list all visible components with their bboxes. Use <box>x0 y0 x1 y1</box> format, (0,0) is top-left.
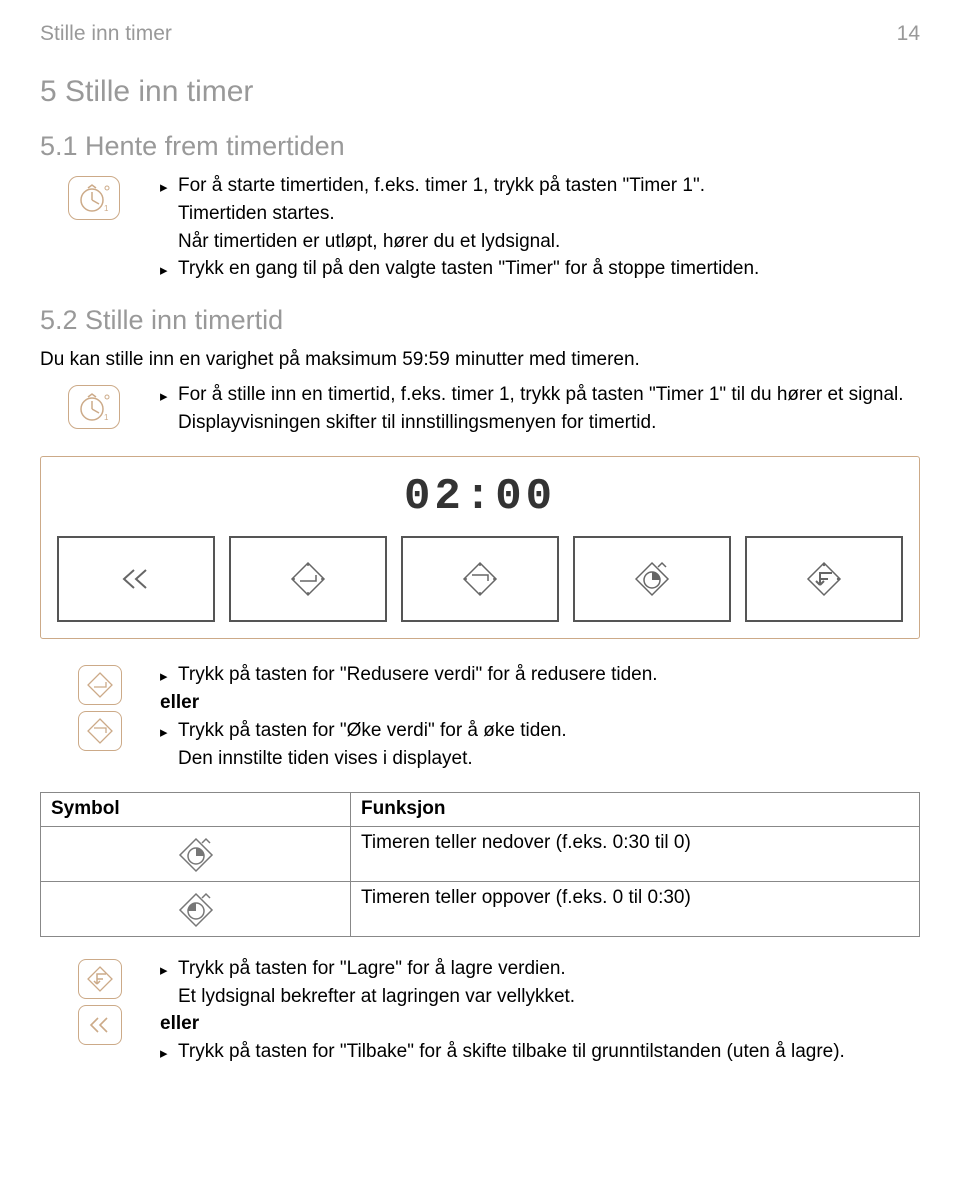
bullet-marker: ▸ <box>160 174 178 198</box>
display-back-button-icon <box>57 536 215 622</box>
table-header-symbol: Symbol <box>41 793 351 827</box>
or-text: eller <box>160 1012 920 1037</box>
table-cell: Timeren teller nedover (f.eks. 0:30 til … <box>351 826 920 881</box>
decrease-button-icon <box>78 665 122 705</box>
bullet-text: For å starte timertiden, f.eks. timer 1,… <box>178 174 920 199</box>
bullet-text: Trykk på tasten for "Tilbake" for å skif… <box>178 1040 920 1065</box>
bullet-marker: ▸ <box>160 719 178 743</box>
step-block-set-timer: 1 ▸ For å stille inn en timertid, f.eks.… <box>40 383 920 438</box>
page-header: Stille inn timer 14 <box>40 20 920 47</box>
bullet-marker: ▸ <box>160 1040 178 1064</box>
intro-text: Du kan stille inn en varighet på maksimu… <box>40 348 920 373</box>
section-5-1-heading: 5.1 Hente frem timertiden <box>40 129 920 164</box>
bullet-marker: ▸ <box>160 663 178 687</box>
chapter-heading: 5 Stille inn timer <box>40 72 920 111</box>
bullet-text: Trykk på tasten for "Lagre" for å lagre … <box>178 957 920 982</box>
bullet-marker: ▸ <box>160 257 178 281</box>
page-number: 14 <box>897 20 920 47</box>
timer-1-button-icon: 1 <box>68 385 120 429</box>
display-diagram: 02:00 <box>40 456 920 639</box>
header-title: Stille inn timer <box>40 20 172 47</box>
bullet-text: Trykk på tasten for "Øke verdi" for å øk… <box>178 719 920 744</box>
svg-text:1: 1 <box>104 413 109 422</box>
bullet-text: Trykk på tasten for "Redusere verdi" for… <box>178 663 920 688</box>
timer-1-button-icon: 1 <box>68 176 120 220</box>
bullet-text: Trykk en gang til på den valgte tasten "… <box>178 257 920 282</box>
section-5-2-heading: 5.2 Stille inn timertid <box>40 303 920 338</box>
step-block-save: ▸ Trykk på tasten for "Lagre" for å lagr… <box>40 957 920 1068</box>
symbol-function-table: Symbol Funksjon Timeren teller nedover (… <box>40 792 920 937</box>
back-button-icon <box>78 1005 122 1045</box>
svg-text:1: 1 <box>104 204 109 213</box>
body-text: Displayvisningen skifter til innstilling… <box>178 411 920 436</box>
table-header-function: Funksjon <box>351 793 920 827</box>
or-text: eller <box>160 691 920 716</box>
display-countdown-mode-icon <box>573 536 731 622</box>
bullet-marker: ▸ <box>160 383 178 407</box>
body-text: Når timertiden er utløpt, hører du et ly… <box>178 230 920 255</box>
step-block-adjust-value: ▸ Trykk på tasten for "Redusere verdi" f… <box>40 663 920 774</box>
body-text: Et lydsignal bekrefter at lagringen var … <box>178 985 920 1010</box>
save-button-icon <box>78 959 122 999</box>
body-text: Timertiden startes. <box>178 202 920 227</box>
bullet-text: For å stille inn en timertid, f.eks. tim… <box>178 383 920 408</box>
increase-button-icon <box>78 711 122 751</box>
body-text: Den innstilte tiden vises i displayet. <box>178 747 920 772</box>
display-save-button-icon <box>745 536 903 622</box>
display-time-value: 02:00 <box>57 469 903 526</box>
display-increase-button-icon <box>401 536 559 622</box>
step-block-start-timer: 1 ▸ For å starte timertiden, f.eks. time… <box>40 174 920 285</box>
bullet-marker: ▸ <box>160 957 178 981</box>
countup-symbol-cell <box>41 881 351 936</box>
display-decrease-button-icon <box>229 536 387 622</box>
countdown-symbol-cell <box>41 826 351 881</box>
table-cell: Timeren teller oppover (f.eks. 0 til 0:3… <box>351 881 920 936</box>
